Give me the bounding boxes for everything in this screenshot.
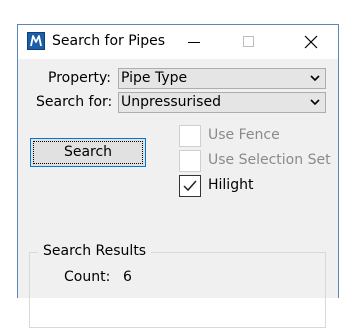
minimize-icon: [188, 42, 200, 43]
count-value: 6: [123, 269, 132, 285]
hilight-label: Hilight: [208, 177, 254, 193]
close-icon: [304, 35, 318, 49]
hilight-checkbox[interactable]: [179, 175, 201, 197]
use-selection-set-checkbox[interactable]: [179, 150, 201, 172]
search-results-title: Search Results: [38, 243, 152, 259]
chevron-down-icon: [310, 75, 320, 82]
title-bar: Search for Pipes: [18, 25, 338, 59]
dialog-client-area: Property: Pipe Type Search for: Unpressu…: [18, 59, 338, 328]
close-button[interactable]: [294, 29, 328, 55]
search-button[interactable]: Search: [30, 138, 146, 167]
search-for-label: Search for:: [36, 94, 113, 110]
property-label: Property:: [48, 70, 111, 86]
maximize-icon: [243, 36, 254, 47]
use-fence-checkbox[interactable]: [179, 125, 201, 147]
maximize-button[interactable]: [232, 29, 266, 55]
checkmark-icon: [183, 180, 197, 192]
property-dropdown[interactable]: Pipe Type: [118, 68, 326, 89]
microstation-logo-icon: [27, 32, 45, 50]
use-selection-set-label: Use Selection Set: [208, 152, 331, 168]
window-title: Search for Pipes: [52, 33, 166, 49]
search-for-dropdown[interactable]: Unpressurised: [118, 92, 326, 113]
search-for-pipes-dialog: Search for Pipes Property: Pipe Type Sea…: [17, 24, 339, 328]
search-results-group: [29, 252, 326, 328]
property-value: Pipe Type: [121, 70, 188, 86]
chevron-down-icon: [310, 99, 320, 106]
search-for-value: Unpressurised: [121, 94, 221, 110]
minimize-button[interactable]: [177, 29, 211, 55]
count-label: Count:: [64, 269, 111, 285]
use-fence-label: Use Fence: [208, 127, 280, 143]
